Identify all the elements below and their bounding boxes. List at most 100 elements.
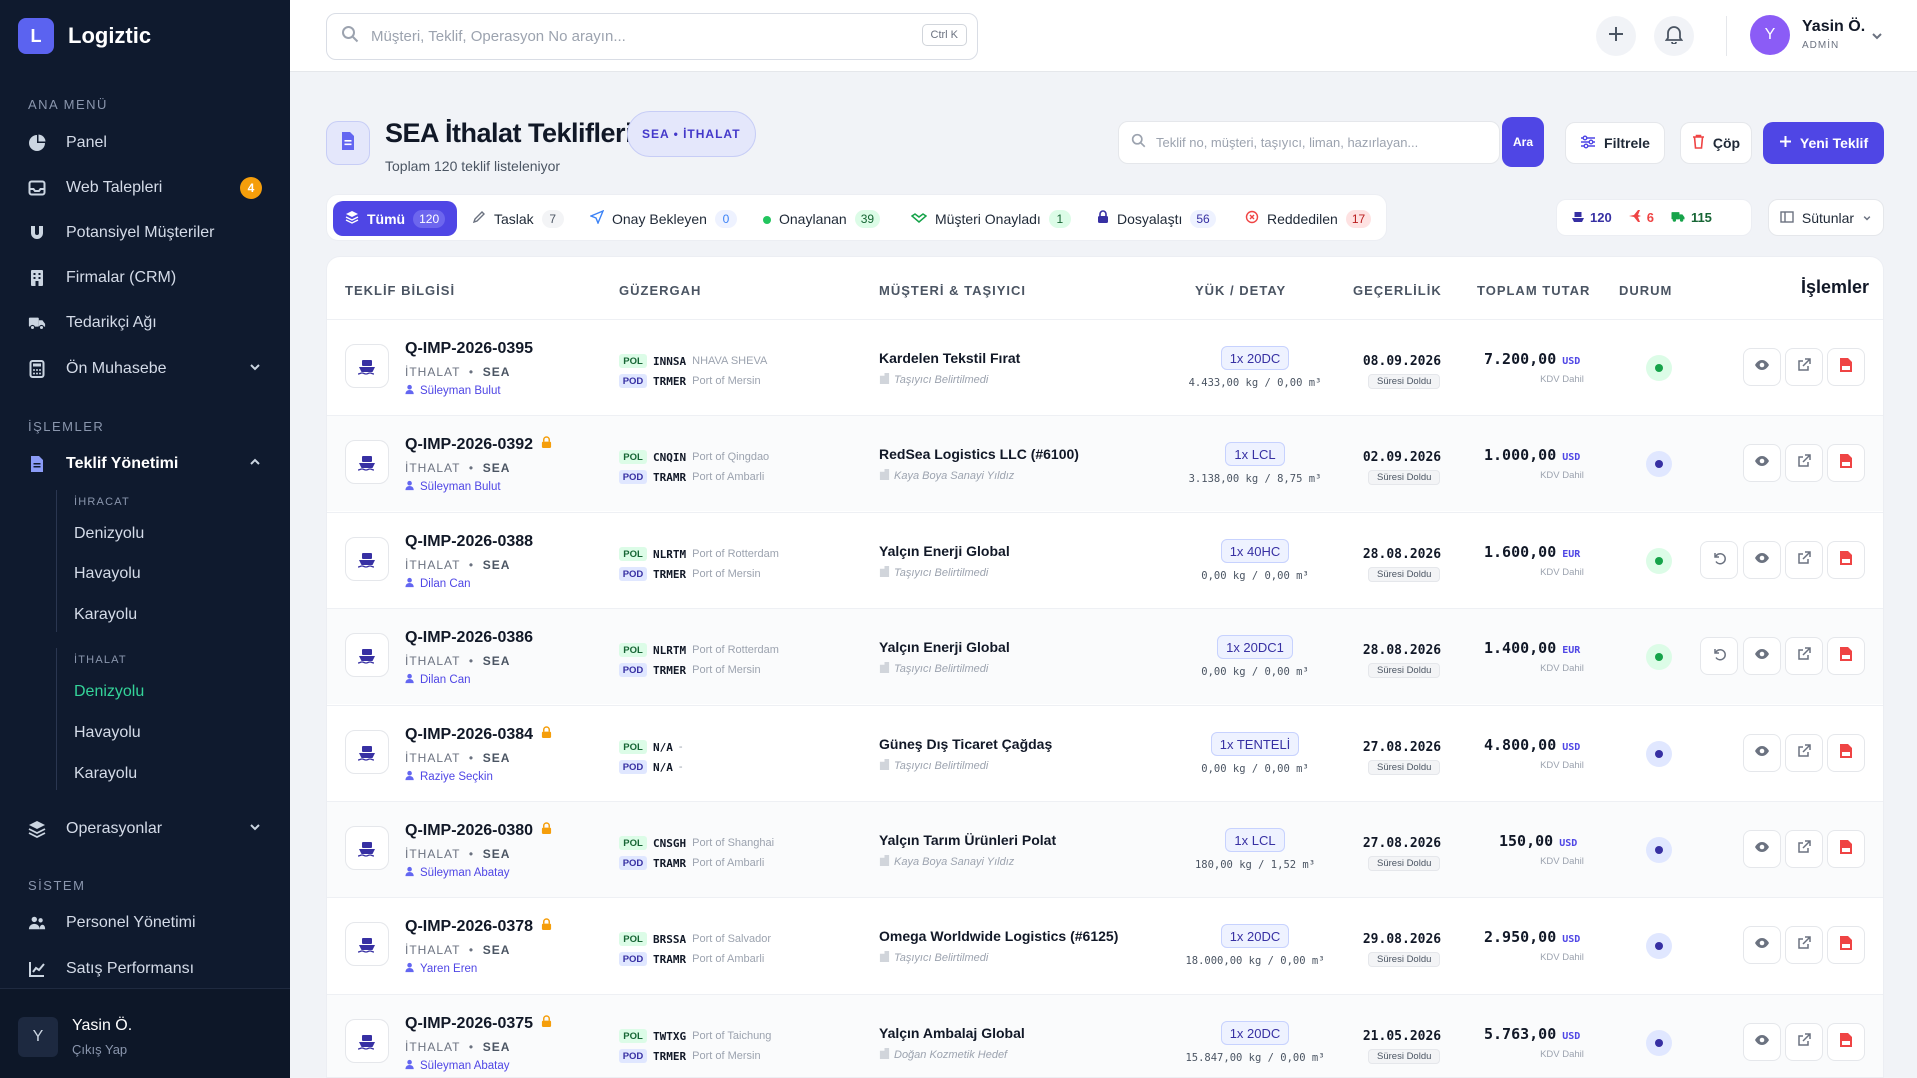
lock-icon [541,918,552,936]
pdf-button[interactable] [1827,734,1865,772]
table-row[interactable]: Q-IMP-2026-0375 İTHALAT • SEA Süleyman A… [327,994,1883,1077]
open-button[interactable] [1785,1023,1823,1061]
submenu-ithalat-denizyolu-active[interactable]: Denizyolu [74,683,144,701]
customer-name[interactable]: Yalçın Enerji Global [879,639,1010,655]
quote-number[interactable]: Q-IMP-2026-0392 [405,436,552,454]
user-name[interactable]: Yasin Ö. [1802,18,1865,36]
customer-name[interactable]: Yalçın Tarım Ürünleri Polat [879,832,1056,848]
pdf-button[interactable] [1827,1023,1865,1061]
tab-onay-bekleyen[interactable]: Onay Bekleyen 0 [589,201,737,236]
search-button[interactable]: Ara [1502,117,1544,167]
quote-number[interactable]: Q-IMP-2026-0375 [405,1015,552,1033]
quote-number[interactable]: Q-IMP-2026-0395 [405,340,533,358]
quick-add-button[interactable] [1596,16,1636,56]
stack-icon [345,210,359,227]
sidebar-item-teklif-yonetimi[interactable]: Teklif Yönetimi [0,442,290,486]
pdf-button[interactable] [1827,348,1865,386]
quote-search[interactable] [1118,121,1500,164]
brand[interactable]: L Logiztic [18,18,151,54]
pod-tag: POD [619,1049,647,1063]
sidebar-item-potansiyel[interactable]: Potansiyel Müşteriler [0,211,290,255]
tab-reddedilen[interactable]: Reddedilen 17 [1245,201,1372,236]
table-row[interactable]: Q-IMP-2026-0380 İTHALAT • SEA Süleyman A… [327,801,1883,897]
eye-icon [1754,936,1770,954]
view-button[interactable] [1743,1023,1781,1061]
calculator-icon [28,360,46,378]
notifications-button[interactable] [1654,16,1694,56]
sidebar-item-tedarikci[interactable]: Tedarikçi Ağı [0,301,290,345]
open-button[interactable] [1785,348,1823,386]
logout-link[interactable]: Çıkış Yap [72,1042,127,1057]
customer-name[interactable]: Güneş Dış Ticaret Çağdaş [879,736,1052,752]
sidebar-item-satis-performansi[interactable]: Satış Performansı [0,947,290,991]
view-button[interactable] [1743,830,1781,868]
expired-badge: Süresi Doldu [1368,760,1441,775]
avatar[interactable]: Y [1750,15,1790,55]
table-row[interactable]: Q-IMP-2026-0388 İTHALAT • SEA Dilan Can … [327,512,1883,608]
sidebar-item-personel[interactable]: Personel Yönetimi [0,901,290,945]
view-button[interactable] [1743,348,1781,386]
view-button[interactable] [1743,541,1781,579]
quote-number[interactable]: Q-IMP-2026-0378 [405,918,552,936]
status-indicator [1646,837,1672,863]
customer-name[interactable]: RedSea Logistics LLC (#6100) [879,446,1079,462]
submenu-ihracat-havayolu[interactable]: Havayolu [74,565,141,583]
table-row[interactable]: Q-IMP-2026-0384 İTHALAT • SEA Raziye Seç… [327,705,1883,801]
pdf-button[interactable] [1827,541,1865,579]
submenu-ihracat-karayolu[interactable]: Karayolu [74,606,137,624]
table-row[interactable]: Q-IMP-2026-0378 İTHALAT • SEA Yaren Eren… [327,897,1883,993]
sidebar-item-web-talepleri[interactable]: Web Talepleri 4 [0,166,290,210]
revert-button[interactable] [1700,637,1738,675]
open-button[interactable] [1785,541,1823,579]
customer-name[interactable]: Yalçın Enerji Global [879,543,1010,559]
columns-icon [1780,210,1794,226]
quote-number[interactable]: Q-IMP-2026-0380 [405,822,552,840]
columns-button[interactable]: Sütunlar [1768,199,1884,236]
pdf-button[interactable] [1827,926,1865,964]
total-amount: 4.800,00 USD [1484,736,1581,754]
trash-button[interactable]: Çöp [1680,122,1752,164]
open-button[interactable] [1785,444,1823,482]
view-button[interactable] [1743,637,1781,675]
quote-search-input[interactable] [1156,135,1476,150]
customer-name[interactable]: Omega Worldwide Logistics (#6125) [879,928,1118,944]
chevron-down-icon[interactable] [1870,29,1884,48]
sidebar-item-operasyonlar[interactable]: Operasyonlar [0,807,290,851]
tab-musteri-onayladi[interactable]: Müşteri Onayladı 1 [910,201,1071,236]
submenu-ihracat-denizyolu[interactable]: Denizyolu [74,525,144,543]
customer-name[interactable]: Kardelen Tekstil Fırat [879,350,1020,366]
open-button[interactable] [1785,830,1823,868]
open-button[interactable] [1785,734,1823,772]
view-button[interactable] [1743,734,1781,772]
quote-number[interactable]: Q-IMP-2026-0388 [405,533,533,551]
sidebar-item-firmalar[interactable]: Firmalar (CRM) [0,256,290,300]
pdf-button[interactable] [1827,444,1865,482]
tab-dosyalasti[interactable]: Dosyalaştı 56 [1097,201,1216,236]
tab-tumu[interactable]: Tümü 120 [333,201,458,236]
view-button[interactable] [1743,444,1781,482]
table-row[interactable]: Q-IMP-2026-0386 İTHALAT • SEA Dilan Can … [327,608,1883,704]
revert-button[interactable] [1700,541,1738,579]
open-button[interactable] [1785,926,1823,964]
tab-onaylanan[interactable]: Onaylanan 39 [763,201,881,236]
quote-number[interactable]: Q-IMP-2026-0384 [405,726,552,744]
submenu-ithalat-havayolu[interactable]: Havayolu [74,724,141,742]
global-search[interactable]: Ctrl K [326,13,978,60]
new-quote-button[interactable]: Yeni Teklif [1763,122,1884,164]
tab-taslak[interactable]: Taslak 7 [472,201,564,236]
pdf-button[interactable] [1827,637,1865,675]
pdf-button[interactable] [1827,830,1865,868]
open-button[interactable] [1785,637,1823,675]
sidebar-item-panel[interactable]: Panel [0,121,290,165]
sidebar-item-on-muhasebe[interactable]: Ön Muhasebe [0,347,290,391]
table-row[interactable]: Q-IMP-2026-0392 İTHALAT • SEA Süleyman B… [327,415,1883,511]
filter-button[interactable]: Filtrele [1565,122,1665,164]
table-row[interactable]: Q-IMP-2026-0395 İTHALAT • SEA Süleyman B… [327,319,1883,415]
global-search-input[interactable] [371,28,871,45]
customer-name[interactable]: Yalçın Ambalaj Global [879,1025,1025,1041]
chevron-down-icon [248,360,262,379]
submenu-ithalat-karayolu[interactable]: Karayolu [74,765,137,783]
view-button[interactable] [1743,926,1781,964]
external-link-icon [1797,453,1811,473]
quote-number[interactable]: Q-IMP-2026-0386 [405,629,533,647]
